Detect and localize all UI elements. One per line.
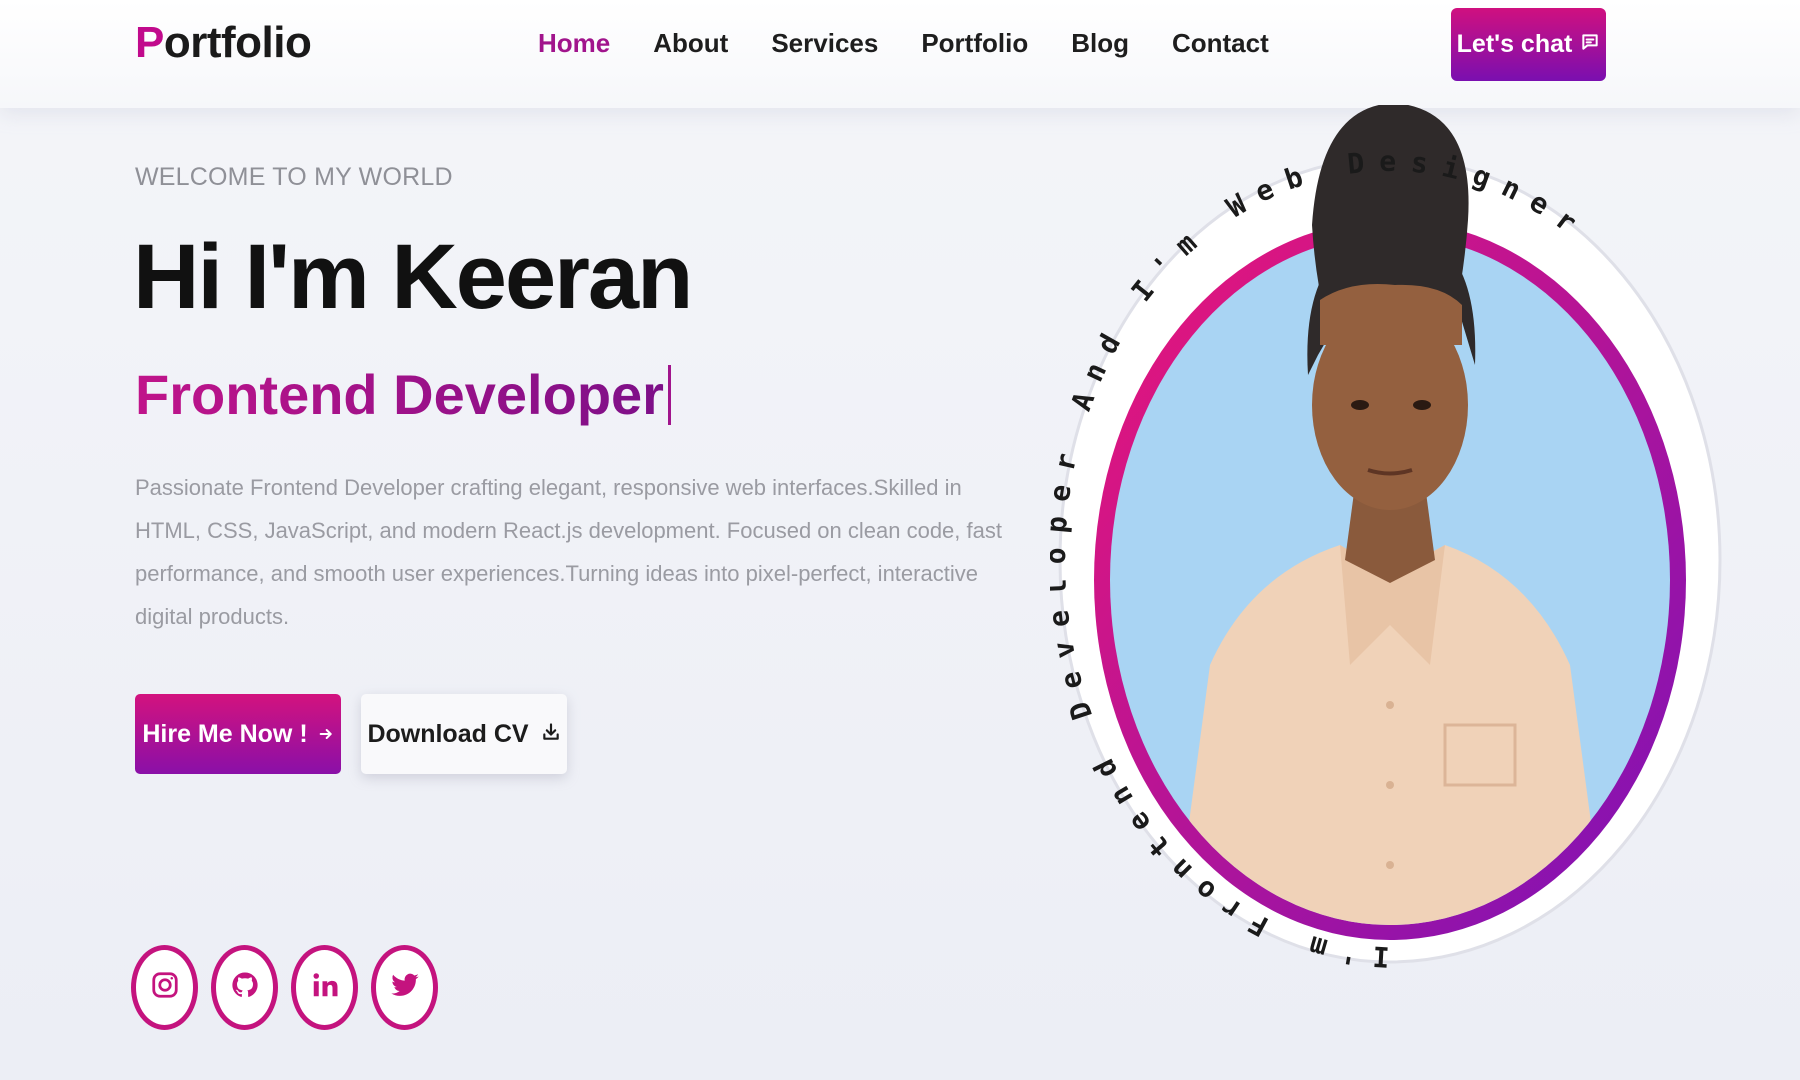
logo[interactable]: Portfolio (135, 18, 312, 68)
hero-title: Hi I'm Keeran (133, 226, 693, 328)
github-icon (230, 970, 260, 1005)
hero-description: Passionate Frontend Developer crafting e… (135, 475, 1002, 629)
hire-me-label: Hire Me Now ! (142, 719, 308, 748)
nav-link-blog[interactable]: Blog (1071, 28, 1129, 59)
social-links (131, 945, 438, 1030)
portrait-container: I'm Frontend Developer And I'm Web Desig… (1039, 103, 1740, 1005)
message-square-icon (1580, 30, 1600, 59)
nav-link-home[interactable]: Home (538, 28, 610, 59)
social-twitter-button[interactable] (371, 945, 438, 1030)
linkedin-icon (310, 970, 340, 1005)
social-linkedin-button[interactable] (291, 945, 358, 1030)
welcome-text: WELCOME TO MY WORLD (135, 163, 453, 191)
download-icon (541, 720, 561, 749)
typing-caret (667, 364, 671, 425)
portrait-head-overflow (1312, 103, 1469, 345)
logo-text: ortfolio (163, 18, 312, 67)
nav-menu: Home About Services Portfolio Blog Conta… (538, 28, 1312, 59)
twitter-icon (390, 970, 420, 1005)
role-text: Frontend Developer (135, 362, 671, 427)
hire-me-button[interactable]: Hire Me Now ! (135, 694, 341, 774)
portrait-graphic: I'm Frontend Developer And I'm Web Desig… (1039, 103, 1722, 973)
lets-chat-button[interactable]: Let's chat (1451, 8, 1606, 81)
logo-initial: P (135, 18, 164, 67)
navbar: Portfolio Home About Services Portfolio … (0, 0, 1800, 108)
arrow-right-icon (318, 720, 334, 749)
nav-link-services[interactable]: Services (771, 28, 878, 59)
lets-chat-label: Let's chat (1456, 30, 1573, 58)
instagram-icon (150, 970, 180, 1005)
nav-link-about[interactable]: About (653, 28, 728, 59)
download-cv-label: Download CV (367, 719, 529, 748)
nav-link-contact[interactable]: Contact (1172, 28, 1269, 59)
role-typed-text: Frontend Developer (135, 363, 664, 426)
page: Portfolio Home About Services Portfolio … (0, 0, 1800, 1080)
nav-link-portfolio[interactable]: Portfolio (921, 28, 1028, 59)
download-cv-button[interactable]: Download CV (361, 694, 567, 774)
social-github-button[interactable] (211, 945, 278, 1030)
social-instagram-button[interactable] (131, 945, 198, 1030)
